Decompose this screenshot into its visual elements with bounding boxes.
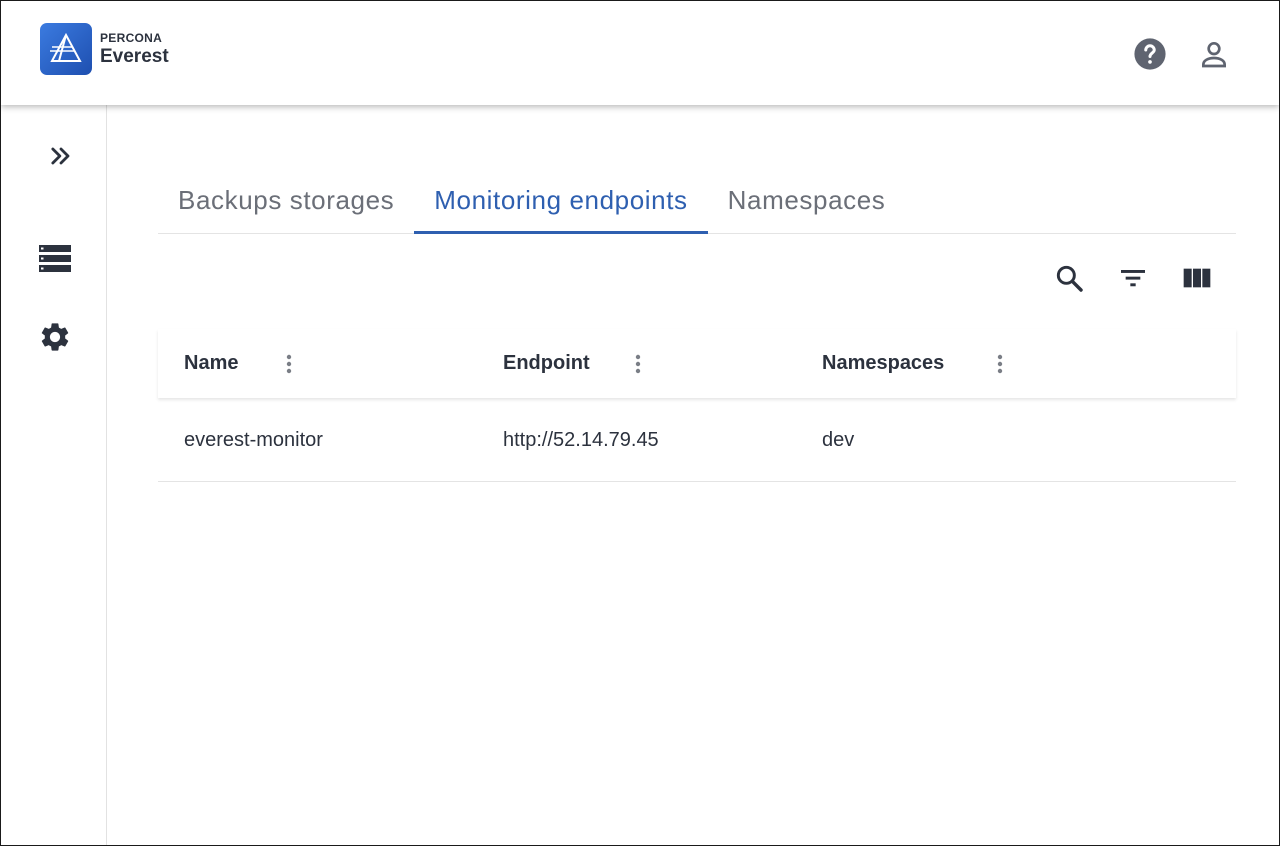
databases-icon[interactable] (35, 239, 75, 279)
search-icon[interactable] (1052, 261, 1086, 295)
cell-namespaces: dev (822, 428, 855, 451)
percona-everest-logo[interactable]: PERCONA Everest (40, 23, 169, 75)
table-header: Name Endpoint Namespaces (158, 329, 1236, 398)
sidebar (1, 105, 107, 845)
settings-tabs: Backups storages Monitoring endpoints Na… (158, 167, 1236, 234)
table-toolbar (1052, 261, 1214, 295)
table-row[interactable]: everest-monitor http://52.14.79.45 dev (158, 398, 1236, 482)
tab-backups-storages[interactable]: Backups storages (158, 167, 414, 233)
account-icon[interactable] (1197, 37, 1231, 71)
help-icon[interactable] (1133, 37, 1167, 71)
column-menu-icon[interactable] (628, 351, 648, 377)
column-header-name[interactable]: Name (184, 329, 238, 398)
tab-namespaces[interactable]: Namespaces (708, 167, 906, 233)
filter-icon[interactable] (1116, 261, 1150, 295)
monitoring-endpoints-table: Name Endpoint Namespaces everest-monitor… (158, 329, 1236, 482)
top-bar: PERCONA Everest (1, 1, 1279, 105)
column-header-namespaces[interactable]: Namespaces (822, 329, 944, 398)
cell-endpoint: http://52.14.79.45 (503, 428, 659, 451)
settings-gear-icon[interactable] (35, 317, 75, 357)
columns-icon[interactable] (1180, 261, 1214, 295)
column-menu-icon[interactable] (279, 351, 299, 377)
expand-chevrons-icon[interactable] (41, 136, 81, 176)
column-header-endpoint[interactable]: Endpoint (503, 329, 590, 398)
logo-brand-text: PERCONA (100, 31, 163, 45)
everest-logo-icon (40, 23, 92, 75)
cell-name: everest-monitor (184, 428, 323, 451)
column-menu-icon[interactable] (990, 351, 1010, 377)
logo-product-text: Everest (100, 46, 169, 67)
tab-monitoring-endpoints[interactable]: Monitoring endpoints (414, 167, 709, 234)
app-window: PERCONA Everest Backups storages Monitor… (0, 0, 1280, 846)
